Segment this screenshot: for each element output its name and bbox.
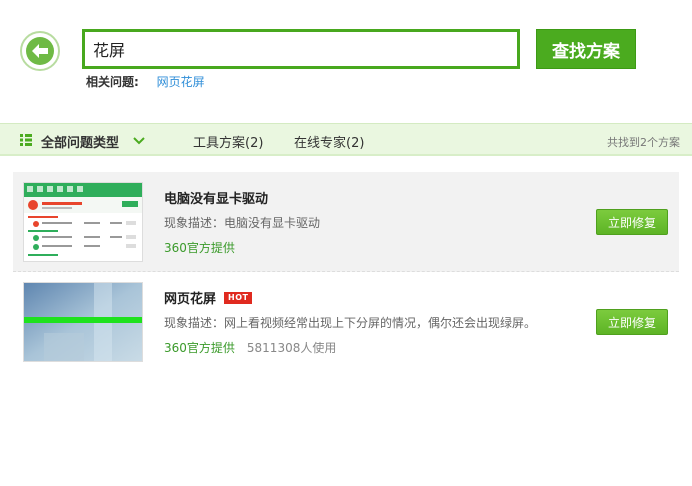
result-title-text: 网页花屏 [164,292,217,307]
fix-now-button[interactable]: 立即修复 [596,209,668,235]
chevron-down-icon [133,134,145,149]
tab-tool-solutions[interactable]: 工具方案(2) [193,132,263,151]
result-title[interactable]: 电脑没有显卡驱动 [164,188,268,207]
result-meta: 360官方提供 5811308人使用 [164,339,336,356]
search-box [82,29,520,69]
related-label: 相关问题: [86,75,139,89]
result-item: 电脑没有显卡驱动 现象描述：电脑没有显卡驱动 360官方提供 立即修复 [13,172,679,272]
filter-bar: 全部问题类型 工具方案(2) 在线专家(2) 共找到2个方案 [0,123,692,156]
result-provider: 360官方提供 [164,241,235,255]
result-title[interactable]: 网页花屏 HOT [164,288,253,307]
search-input[interactable] [85,32,513,66]
tab-online-experts[interactable]: 在线专家(2) [294,132,364,151]
grid-list-icon [20,133,32,150]
result-provider: 360官方提供 [164,341,235,355]
related-questions: 相关问题: 网页花屏 [86,73,205,90]
filter-all-label: 全部问题类型 [41,136,120,151]
result-item: 网页花屏 HOT 现象描述：网上看视频经常出现上下分屏的情况，偶尔还会出现绿屏。… [13,272,679,372]
result-usage-count: 5811308人使用 [246,341,337,355]
results-count: 共找到2个方案 [607,136,680,149]
back-button[interactable] [20,31,60,71]
result-description: 现象描述：电脑没有显卡驱动 [164,216,321,230]
result-title-text: 电脑没有显卡驱动 [164,192,269,207]
related-link[interactable]: 网页花屏 [157,75,205,89]
fix-now-button[interactable]: 立即修复 [596,309,668,335]
filter-all-types[interactable]: 全部问题类型 [20,132,145,151]
result-description: 现象描述：网上看视频经常出现上下分屏的情况，偶尔还会出现绿屏。 [164,316,537,330]
result-meta: 360官方提供 [164,239,235,256]
back-arrow-icon [26,37,54,65]
hot-badge: HOT [224,291,253,304]
search-button[interactable]: 查找方案 [536,29,636,69]
result-thumbnail [23,282,143,362]
result-thumbnail [23,182,143,262]
